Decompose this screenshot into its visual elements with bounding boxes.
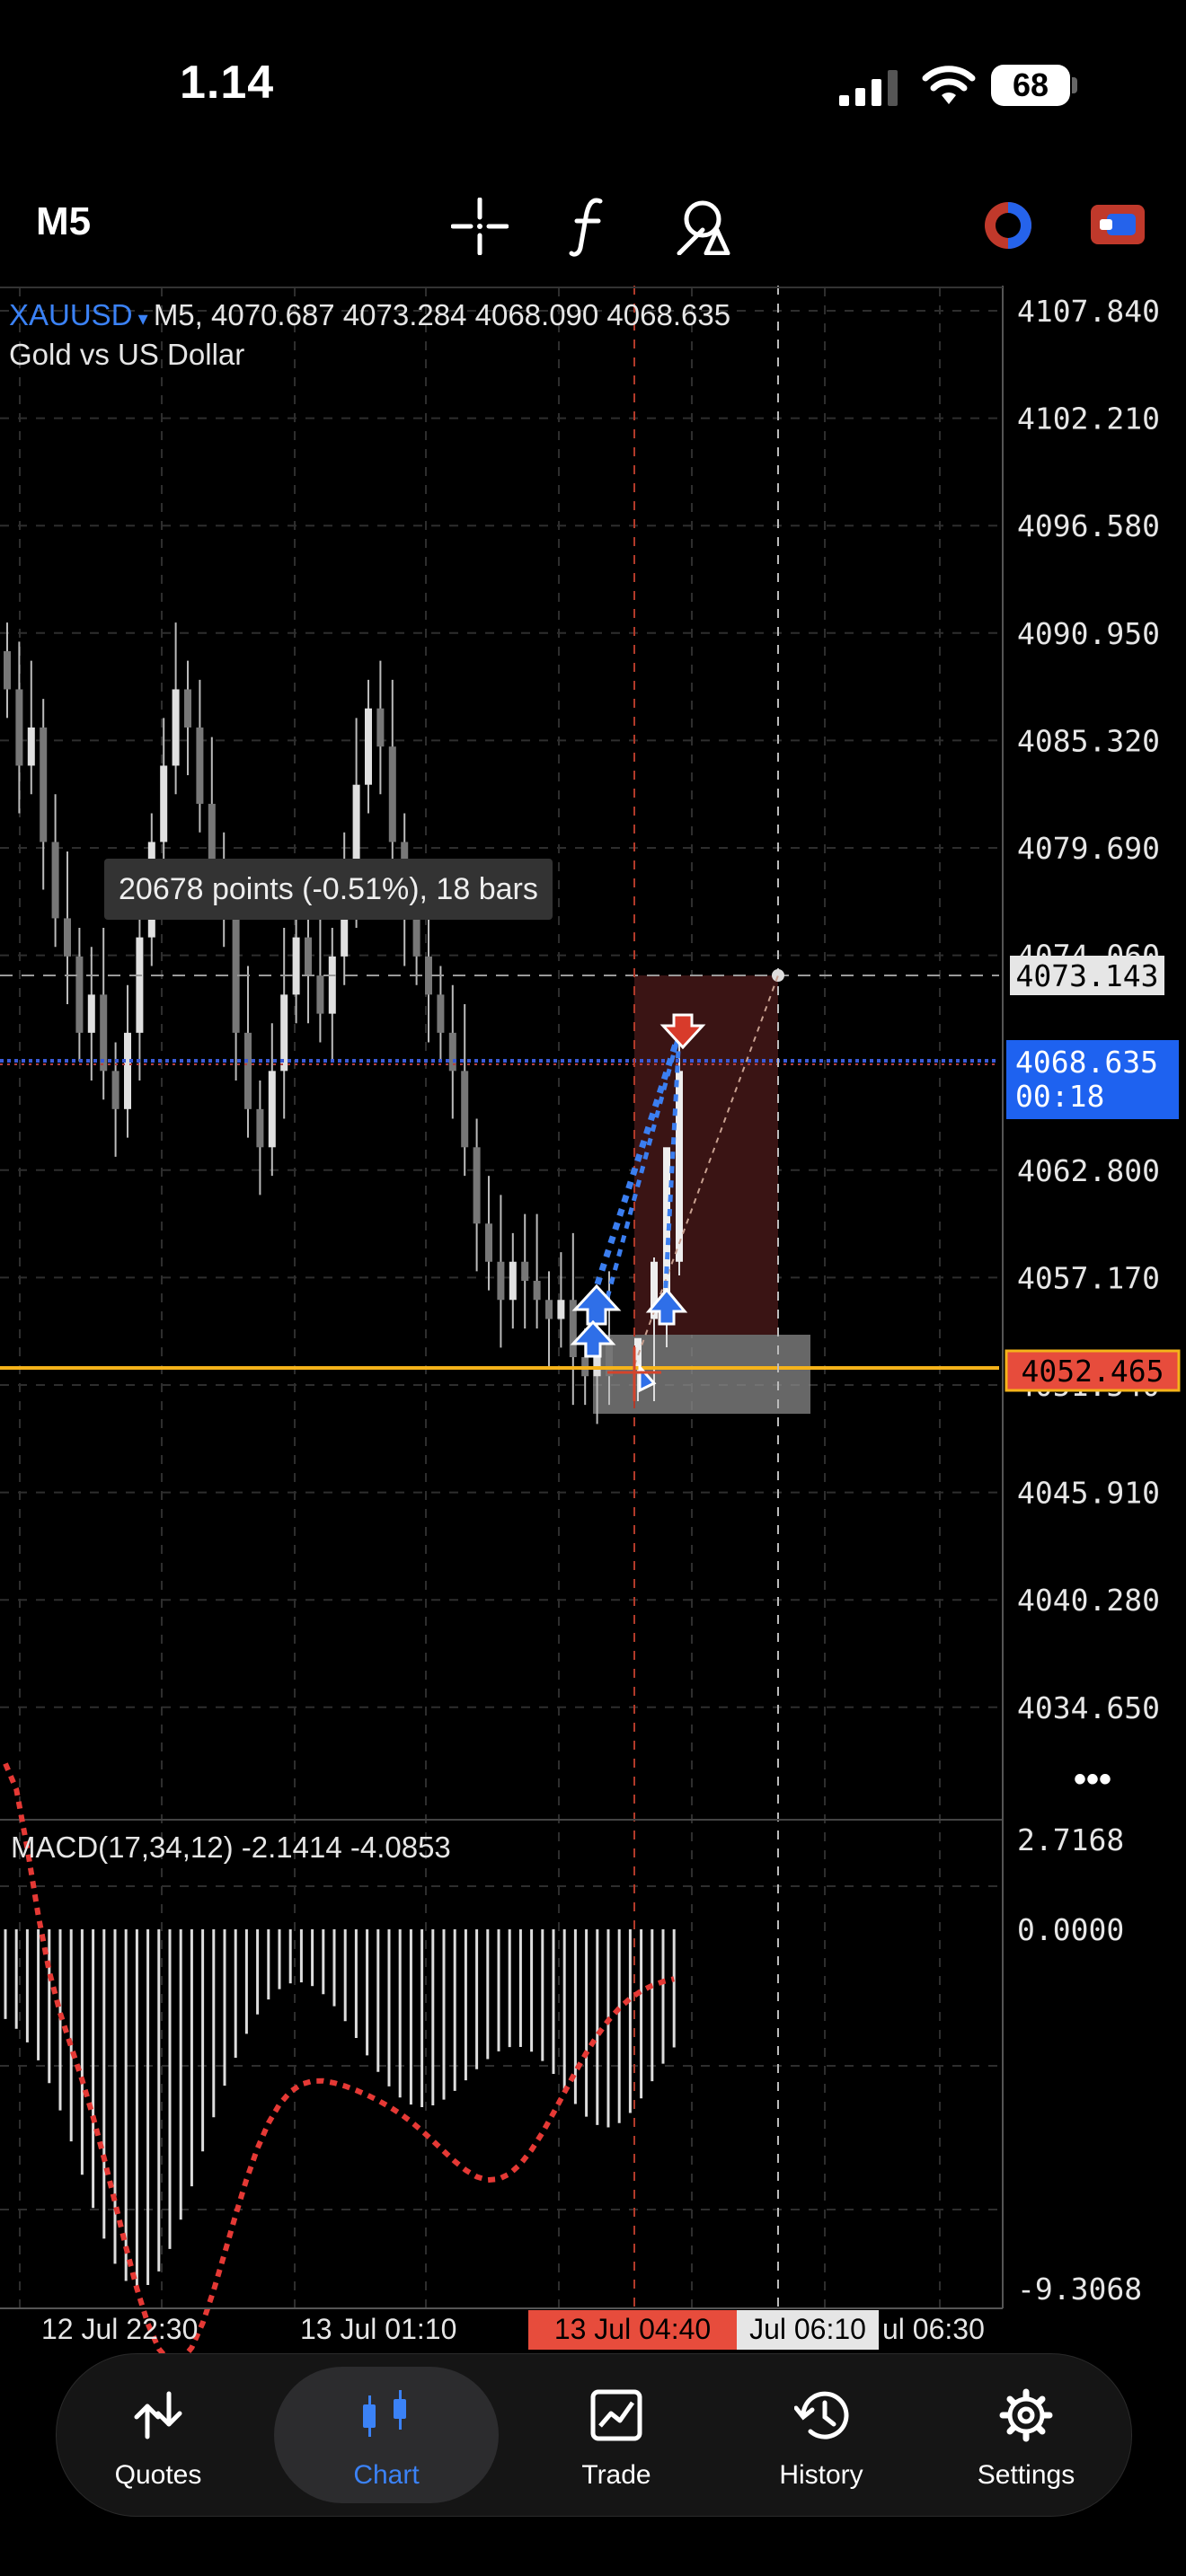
crosshair-price-text: 4073.143: [1016, 958, 1159, 993]
quotes-arrows-icon: [134, 2391, 182, 2439]
macd-axis-zero: 0.0000: [1017, 1912, 1124, 1947]
candle-body: [305, 937, 312, 976]
candle-body: [75, 956, 84, 1033]
price-axis-label: 4090.950: [1017, 616, 1160, 651]
tab-history-label: History: [779, 2460, 863, 2490]
bar-timer-text: 00:18: [1015, 1079, 1104, 1114]
time-label: 13 Jul 01:10: [300, 2313, 456, 2345]
line-price-text: 4052.465: [1022, 1354, 1164, 1389]
candle-body: [365, 708, 372, 785]
more-options-button[interactable]: •••: [1074, 1760, 1111, 1799]
crosshair-icon[interactable]: [451, 198, 509, 255]
candle-body: [388, 746, 396, 842]
price-axis-label: 4057.170: [1017, 1260, 1160, 1295]
macd-histogram: [4, 1929, 676, 2289]
indicators-icon[interactable]: [568, 194, 613, 259]
candle-body: [485, 1223, 492, 1262]
battery-indicator: 68: [991, 65, 1070, 106]
tab-settings-label: Settings: [977, 2460, 1075, 2490]
time-label: ul 06:30: [882, 2313, 985, 2345]
tab-settings[interactable]: Settings: [925, 2354, 1128, 2516]
candle-body: [51, 842, 59, 919]
symbol-name: XAUUSD: [9, 298, 133, 331]
candle-body: [509, 1261, 517, 1301]
candle-body: [545, 1300, 553, 1319]
gear-icon: [999, 2388, 1053, 2442]
candle-body: [557, 1300, 565, 1319]
candle-body: [27, 727, 35, 766]
crosshair-time-text: 13 Jul 04:40: [554, 2313, 711, 2345]
tab-chart[interactable]: Chart: [274, 2367, 499, 2503]
tab-chart-label: Chart: [353, 2460, 420, 2490]
candle-body: [136, 937, 144, 1033]
price-axis-label: 4079.690: [1017, 831, 1160, 866]
price-axis-label: 4085.320: [1017, 723, 1160, 758]
macd-axis-bottom: -9.3068: [1017, 2272, 1142, 2307]
price-axis-label: 4096.580: [1017, 508, 1160, 543]
status-time: 1.14: [180, 57, 275, 109]
candle-body: [172, 689, 180, 766]
candle-body: [111, 1071, 119, 1109]
trade-panel-icon[interactable]: [1089, 201, 1146, 248]
macd-axis-top: 2.7168: [1017, 1822, 1124, 1857]
candle-body: [412, 918, 420, 957]
price-axis-label: 4034.650: [1017, 1690, 1160, 1725]
candle-body: [4, 650, 11, 690]
candle-body: [328, 956, 336, 1014]
price-axis-label: 4102.210: [1017, 401, 1160, 437]
battery-tip: [1072, 77, 1077, 93]
cellular-signal-icon: [839, 70, 898, 106]
tab-quotes[interactable]: Quotes: [57, 2354, 260, 2516]
wifi-icon: [922, 66, 976, 104]
candle-body: [208, 803, 216, 861]
candle-body: [521, 1261, 529, 1282]
candle-body: [425, 956, 432, 995]
candle-body: [124, 1032, 131, 1109]
chart-canvas[interactable]: 4107.840 4102.210 4096.580 4090.950 4085.320…: [0, 286, 1186, 2353]
symbol-description: Gold vs US Dollar: [9, 338, 244, 371]
history-clock-icon: [794, 2391, 849, 2439]
candle-body: [40, 727, 48, 842]
candle-body: [316, 975, 324, 1014]
price-axis-label: 4107.840: [1017, 294, 1160, 329]
candle-body: [244, 1032, 252, 1109]
one-click-trading-icon[interactable]: [979, 199, 1037, 251]
bottom-tab-bar: Quotes Chart Trade History Settings: [56, 2353, 1132, 2517]
candle-body: [533, 1281, 541, 1301]
candle-body: [87, 994, 95, 1033]
candle-body: [376, 708, 385, 747]
measure-tooltip: 20678 points (-0.51%), 18 bars: [104, 859, 553, 920]
bid-price-text: 4068.635: [1015, 1045, 1158, 1080]
candle-body: [184, 689, 191, 728]
candle-body: [473, 1147, 481, 1224]
candle-body: [196, 727, 204, 804]
tab-history[interactable]: History: [720, 2354, 923, 2516]
trade-chart-icon: [590, 2389, 642, 2441]
price-axis-label: 4040.280: [1017, 1583, 1160, 1618]
tab-trade-label: Trade: [581, 2460, 651, 2490]
candle-body: [497, 1261, 505, 1301]
candle-body: [268, 1071, 276, 1148]
price-axis-label: 4045.910: [1017, 1476, 1160, 1511]
time-label: 12 Jul 22:30: [41, 2313, 198, 2345]
macd-title: MACD(17,34,12) -2.1414 -4.0853: [11, 1831, 451, 1864]
candle-body: [64, 918, 71, 957]
candle-body: [292, 937, 300, 995]
chart-info: XAUUSD ▾ M5, 4070.687 4073.284 4068.090 …: [9, 298, 730, 331]
measure-time-text: Jul 06:10: [749, 2313, 866, 2345]
candle-body: [160, 765, 168, 842]
candlestick-icon: [363, 2390, 406, 2437]
candle-body: [256, 1108, 264, 1148]
objects-icon[interactable]: [676, 194, 735, 255]
tab-quotes-label: Quotes: [114, 2460, 202, 2490]
price-axis-label: 4062.800: [1017, 1153, 1160, 1188]
timeframe-button[interactable]: M5: [36, 199, 91, 244]
candle-body: [437, 994, 445, 1033]
tab-trade[interactable]: Trade: [515, 2354, 718, 2516]
candle-body: [461, 1071, 469, 1148]
ohlc-values: M5, 4070.687 4073.284 4068.090 4068.635: [154, 298, 730, 331]
candle-body: [15, 689, 23, 766]
